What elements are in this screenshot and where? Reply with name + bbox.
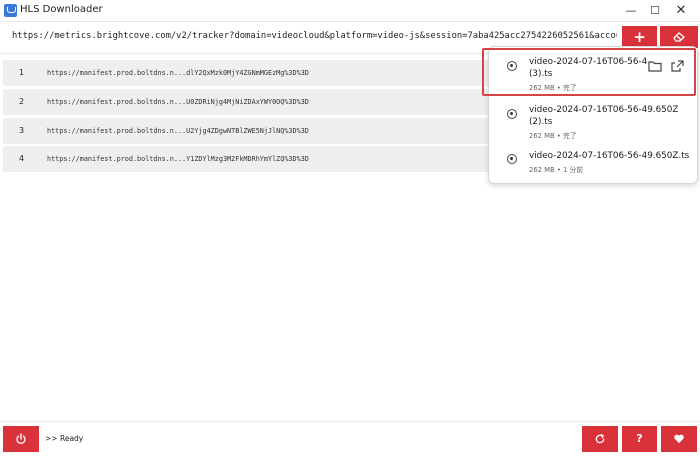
minimize-button[interactable]: — bbox=[618, 0, 644, 22]
download-filename: video-2024-07-16T06-56-49.650Z bbox=[529, 105, 679, 115]
playlist-row[interactable]: 2 https://manifest.prod.boltdns.n...U0ZD… bbox=[3, 89, 493, 115]
row-index: 3 bbox=[19, 126, 25, 135]
file-icon bbox=[507, 109, 517, 119]
refresh-button[interactable] bbox=[582, 426, 618, 452]
row-index: 2 bbox=[19, 97, 25, 106]
app-icon bbox=[4, 4, 17, 17]
playlist-row[interactable]: 3 https://manifest.prod.boltdns.n...U2Yj… bbox=[3, 118, 493, 144]
add-button[interactable]: + bbox=[622, 26, 657, 48]
url-input[interactable]: https://metrics.brightcove.com/v2/tracke… bbox=[12, 31, 617, 41]
power-button[interactable] bbox=[3, 426, 39, 452]
highlight-box bbox=[482, 48, 696, 96]
row-index: 4 bbox=[19, 154, 25, 163]
row-url: https://manifest.prod.boltdns.n...U0ZDRi… bbox=[47, 98, 309, 106]
download-filename-cont: (2).ts bbox=[529, 117, 553, 127]
download-filename: video-2024-07-16T06-56-49.650Z.ts bbox=[529, 151, 690, 161]
clear-button[interactable] bbox=[660, 26, 698, 48]
close-button[interactable]: ✕ bbox=[668, 0, 694, 22]
window-title: HLS Downloader bbox=[20, 4, 103, 15]
row-url: https://manifest.prod.boltdns.n...U2Yjg4… bbox=[47, 127, 309, 135]
refresh-icon bbox=[595, 433, 605, 444]
download-item[interactable]: video-2024-07-16T06-56-49.650Z.ts 262 MB… bbox=[489, 147, 697, 177]
file-icon bbox=[507, 154, 517, 164]
help-button[interactable]: ? bbox=[622, 426, 657, 452]
power-icon bbox=[16, 433, 26, 445]
donate-button[interactable] bbox=[661, 426, 697, 452]
row-url: https://manifest.prod.boltdns.n...dlY2Qx… bbox=[47, 69, 309, 77]
playlist-row[interactable]: 1 https://manifest.prod.boltdns.n...dlY2… bbox=[3, 60, 493, 86]
row-index: 1 bbox=[19, 68, 25, 77]
download-item[interactable]: video-2024-07-16T06-56-49.650Z (2).ts 26… bbox=[489, 101, 697, 140]
eraser-icon bbox=[673, 32, 685, 42]
title-bar: HLS Downloader — ☐ ✕ bbox=[0, 0, 700, 22]
download-meta: 262 MB • 完了 bbox=[529, 132, 577, 140]
status-text: >> Ready bbox=[45, 434, 84, 443]
download-meta: 262 MB • 1 分前 bbox=[529, 166, 584, 174]
heart-icon bbox=[674, 434, 684, 444]
maximize-button[interactable]: ☐ bbox=[642, 0, 668, 22]
row-url: https://manifest.prod.boltdns.n...Y1ZDYl… bbox=[47, 155, 309, 163]
playlist-row[interactable]: 4 https://manifest.prod.boltdns.n...Y1ZD… bbox=[3, 146, 493, 172]
